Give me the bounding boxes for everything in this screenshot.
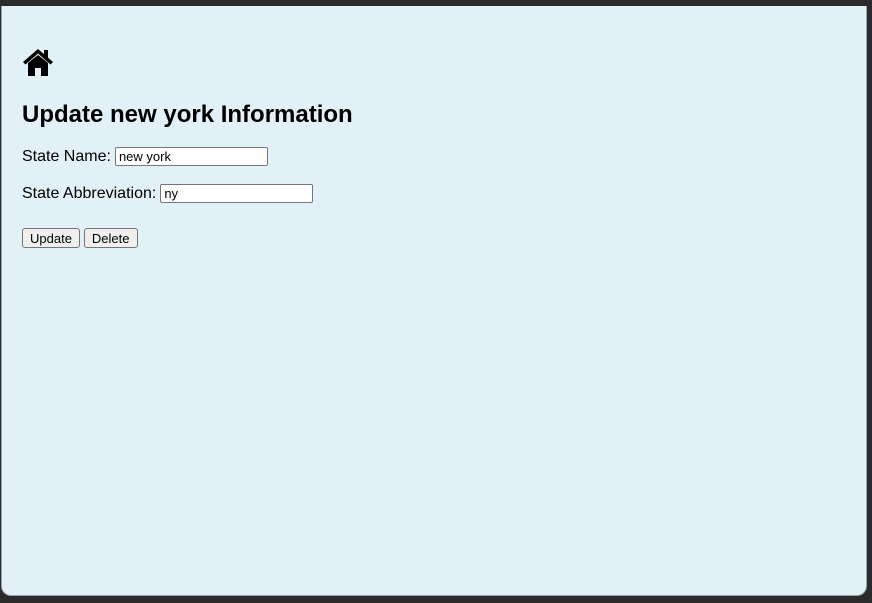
state-name-label: State Name: [22, 147, 111, 165]
home-link[interactable] [22, 47, 54, 77]
state-name-input[interactable] [114, 147, 268, 166]
form-actions: Update Delete [22, 228, 138, 248]
page-title: Update new york Information [22, 101, 353, 128]
state-abbreviation-label: State Abbreviation: [22, 184, 157, 202]
update-button[interactable]: Update [22, 228, 80, 248]
state-name-row: State Name: [22, 147, 268, 166]
delete-button[interactable]: Delete [83, 228, 138, 248]
state-abbreviation-row: State Abbreviation: [22, 184, 314, 203]
home-icon [22, 47, 54, 77]
browser-content-area: Update new york Information State Name: … [1, 6, 867, 596]
state-abbreviation-input[interactable] [160, 184, 314, 203]
